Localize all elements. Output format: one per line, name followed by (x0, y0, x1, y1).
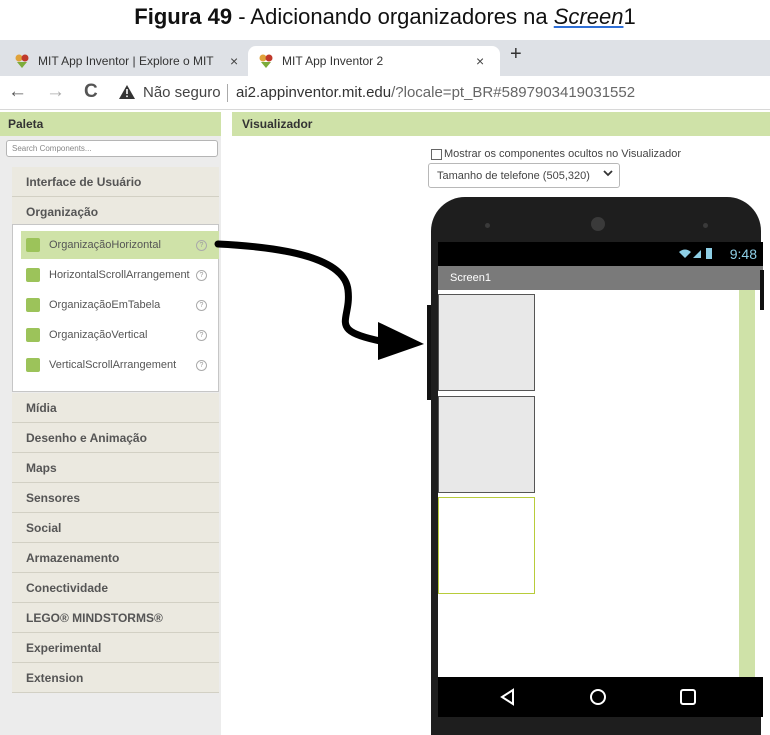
close-icon[interactable]: × (230, 53, 238, 69)
palette-item-organizacao-em-tabela[interactable]: OrganizaçãoEmTabela ? (21, 291, 219, 319)
browser-tab-explore[interactable]: MIT App Inventor | Explore o MIT × (4, 46, 244, 76)
close-icon[interactable]: × (476, 53, 484, 69)
category-conectividade[interactable]: Conectividade (12, 573, 219, 603)
security-label[interactable]: Não seguro (143, 84, 221, 101)
vertical-arrangement-icon (26, 328, 40, 342)
horizontal-scroll-arrangement-icon (26, 268, 40, 282)
reload-icon[interactable]: C (84, 81, 98, 103)
category-maps[interactable]: Maps (12, 453, 219, 483)
caption-text: - Adicionando organizadores na (232, 4, 554, 29)
phone-camera (591, 217, 605, 231)
caption-screen-word: Screen (553, 4, 624, 29)
phone-clock: 9:48 (729, 246, 757, 262)
palette-item-organizacao-vertical[interactable]: OrganizaçãoVertical ? (21, 321, 219, 349)
phone-side-button (427, 305, 431, 400)
help-icon[interactable]: ? (196, 239, 207, 251)
url-field[interactable]: ai2.appinventor.mit.edu/?locale=pt_BR#58… (236, 84, 635, 101)
category-social[interactable]: Social (12, 513, 219, 543)
home-circle-icon[interactable] (588, 687, 608, 707)
url-path: /?locale=pt_BR#5897903419031552 (391, 84, 636, 101)
tab-title: MIT App Inventor | Explore o MIT (38, 54, 214, 68)
category-interface-de-usuario[interactable]: Interface de Usuário (12, 167, 219, 197)
category-organizacao[interactable]: Organização (12, 197, 219, 227)
show-hidden-components[interactable]: Mostrar os componentes ocultos no Visual… (431, 148, 681, 160)
screen-scroll-strip (739, 290, 755, 677)
horizontal-arrangement-1[interactable] (438, 294, 535, 391)
item-label: HorizontalScrollArrangement (49, 269, 190, 281)
horizontal-arrangement-2[interactable] (438, 396, 535, 493)
palette-item-organizacao-horizontal[interactable]: OrganizaçãoHorizontal ? (21, 231, 219, 259)
phone-status-bar: 9:48 (438, 242, 763, 266)
item-label: OrganizaçãoVertical (49, 329, 148, 341)
browser-tab-active[interactable]: MIT App Inventor 2 × (248, 46, 500, 76)
tab-title: MIT App Inventor 2 (282, 54, 384, 68)
phone-nav-bar (438, 677, 763, 717)
phone-screen[interactable] (438, 290, 763, 677)
show-hidden-checkbox[interactable] (431, 148, 442, 160)
category-desenho-e-animacao[interactable]: Desenho e Animação (12, 423, 219, 453)
palette-header: Paleta (0, 112, 221, 136)
item-label: VerticalScrollArrangement (49, 359, 177, 371)
address-divider (227, 84, 228, 102)
show-hidden-label: Mostrar os componentes ocultos no Visual… (444, 148, 682, 160)
phone-mockup: 9:48 Screen1 (431, 197, 763, 735)
chevron-down-icon (603, 168, 613, 181)
phone-size-select[interactable]: Tamanho de telefone (505,320) (428, 163, 620, 188)
phone-sensor-dot (485, 223, 490, 228)
category-sensores[interactable]: Sensores (12, 483, 219, 513)
url-host: ai2.appinventor.mit.edu (236, 84, 392, 101)
search-input[interactable]: Search Components... (6, 140, 218, 157)
phone-size-value: Tamanho de telefone (505,320) (437, 170, 590, 182)
app-inventor-favicon-icon (258, 53, 274, 69)
back-triangle-icon[interactable] (498, 687, 518, 707)
figure-caption: Figura 49 - Adicionando organizadores na… (0, 4, 770, 30)
screen-title-bar: Screen1 (438, 266, 763, 290)
item-label: OrganizaçãoEmTabela (49, 299, 161, 311)
category-experimental[interactable]: Experimental (12, 633, 219, 663)
help-icon[interactable]: ? (196, 329, 207, 341)
app-inventor-favicon-icon (14, 53, 30, 69)
new-tab-icon[interactable]: + (510, 43, 522, 66)
caption-label: Figura 49 (134, 4, 233, 29)
back-icon[interactable]: ← (8, 81, 27, 103)
category-armazenamento[interactable]: Armazenamento (12, 543, 219, 573)
palette-panel: Search Components... Interface de Usuári… (0, 136, 221, 735)
warning-icon[interactable] (118, 84, 136, 103)
horizontal-arrangement-3[interactable] (438, 497, 535, 594)
palette-item-horizontal-scroll-arrangement[interactable]: HorizontalScrollArrangement ? (21, 261, 219, 289)
phone-sensor-dot (703, 223, 708, 228)
address-bar: ← → C Não seguro ai2.appinventor.mit.edu… (0, 76, 770, 110)
category-extension[interactable]: Extension (12, 663, 219, 693)
category-lego-mindstorms[interactable]: LEGO® MINDSTORMS® (12, 603, 219, 633)
phone-power-button (760, 270, 764, 310)
table-arrangement-icon (26, 298, 40, 312)
help-icon[interactable]: ? (196, 359, 207, 371)
palette-item-vertical-scroll-arrangement[interactable]: VerticalScrollArrangement ? (21, 351, 219, 379)
vertical-scroll-arrangement-icon (26, 358, 40, 372)
caption-screen-number: 1 (623, 4, 636, 29)
item-label: OrganizaçãoHorizontal (49, 239, 161, 251)
category-midia[interactable]: Mídia (12, 393, 219, 423)
help-icon[interactable]: ? (196, 269, 207, 281)
signal-battery-icon (677, 246, 717, 263)
recents-square-icon[interactable] (678, 687, 698, 707)
horizontal-arrangement-icon (26, 238, 40, 252)
help-icon[interactable]: ? (196, 299, 207, 311)
organizacao-items: OrganizaçãoHorizontal ? HorizontalScroll… (12, 224, 219, 392)
browser-tab-bar: MIT App Inventor | Explore o MIT × MIT A… (0, 40, 770, 76)
forward-icon[interactable]: → (46, 81, 65, 103)
viewer-header: Visualizador (232, 112, 770, 136)
